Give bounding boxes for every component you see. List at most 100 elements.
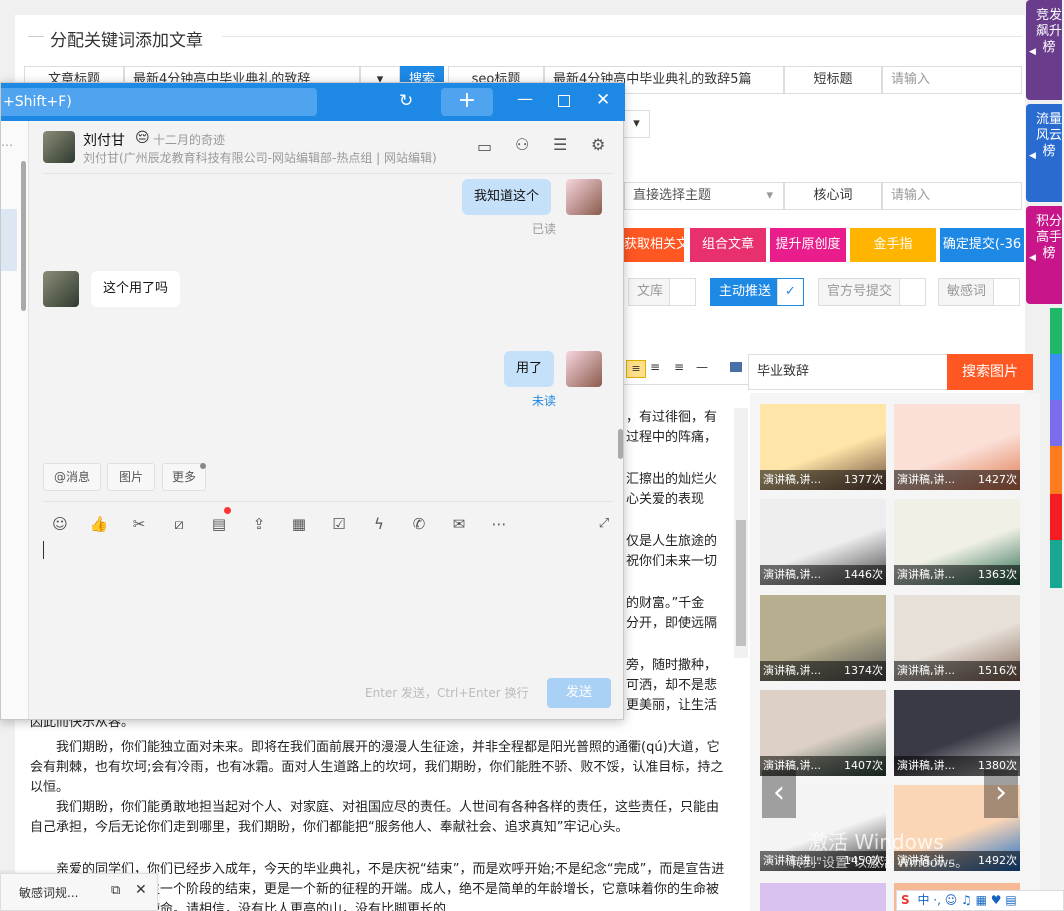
message-bubble-contact: 这个用了吗 [91,271,181,307]
phone-icon[interactable]: ✆ [408,513,430,535]
image-thumbnail[interactable]: 演讲稿,讲... 1374次 [760,595,886,681]
align-right-icon[interactable]: ≡ [674,360,684,374]
add-icon[interactable]: + [441,88,493,116]
align-center-icon[interactable]: ≡ [650,360,660,374]
core-word-input[interactable]: 请输入 [882,182,1022,210]
thumbnail-caption: 演讲稿,讲... 1446次 [760,565,886,585]
close-icon[interactable]: ✕ [596,90,610,110]
align-left-icon[interactable]: ≡ [626,360,646,378]
side-tab[interactable] [1050,354,1062,400]
confirm-submit-button[interactable]: 确定提交(-36 [940,228,1024,262]
document-icon[interactable]: ▤ [208,513,230,535]
rank-traffic[interactable]: ◀ 流量风云榜 [1026,104,1062,202]
article-fragment: 分开，即使远隔 [626,616,718,631]
history-icon[interactable]: ↻ [399,91,413,111]
fetch-related-button[interactable]: 获取相关文 [624,228,684,262]
prev-arrow-icon[interactable]: ‹ [762,770,796,818]
search-history-icon[interactable]: ☰ [553,135,567,154]
self-avatar[interactable] [566,351,602,387]
expand-icon[interactable]: ⤢ [593,513,615,535]
search-image-button[interactable]: 搜索图片 [947,354,1033,390]
message-scrollbar[interactable] [618,429,623,459]
slash-icon[interactable]: ⧄ [168,513,190,535]
gear-icon[interactable]: ⚙ [591,135,605,154]
official-submit-label: 官方号提交 [827,284,893,299]
contact-org: 刘付甘(广州辰龙教育科技有限公司-网站编辑部-热点组 | 网站编辑) [83,151,437,165]
image-thumbnail[interactable]: 演讲稿,讲... 1380次 [894,690,1020,776]
folder-icon[interactable]: ▭ [477,137,492,156]
calendar-icon[interactable]: ▦ [288,513,310,535]
image-search-input[interactable]: 毕业致辞 [748,354,948,390]
sensitive-word-toggle[interactable]: 敏感词 [938,278,1020,306]
side-tab[interactable] [1050,540,1062,588]
image-tag[interactable]: 图片 [107,463,155,491]
lightning-icon[interactable]: ϟ [368,513,390,535]
restore-icon[interactable]: ⧉ [111,883,120,898]
short-title-input[interactable]: 请输入 [882,66,1022,94]
improve-originality-button[interactable]: 提升原创度 [770,228,846,262]
message-input-cursor[interactable] [43,541,44,559]
rank-points[interactable]: ◀ 积分高手榜 [1026,206,1062,304]
side-tab[interactable] [1050,400,1062,446]
check-icon: ✓ [777,279,803,305]
chat-search-input[interactable]: +Shift+F) [1,88,317,116]
contact-name[interactable]: 刘付甘 [83,130,125,150]
image-thumbnail[interactable]: 演讲稿,讲... 1427次 [894,404,1020,490]
like-icon[interactable]: 👍 [88,513,110,535]
title-line [28,36,44,37]
selected-conversation[interactable] [1,209,17,271]
windows-watermark-hint: 转到"设置"以激活 Windows。 [790,856,969,871]
combine-article-button[interactable]: 组合文章 [690,228,766,262]
article-fragment: ，有过徘徊，有 [626,410,718,425]
ime-toolbar[interactable]: S 中 ·, ☺ ♫ ▦ ♥ ▤ [896,890,1064,911]
scissors-icon[interactable]: ✂ [128,513,150,535]
image-thumbnail[interactable]: 演讲稿,讲... 1363次 [894,499,1020,585]
rank-label: 竞发飙升榜 [1036,8,1063,55]
push-toggle[interactable]: 主动推送 ✓ [710,278,804,306]
maximize-icon[interactable] [558,95,570,107]
side-tab[interactable] [1050,308,1062,354]
rank-rising[interactable]: ◀ 竞发飙升榜 [1026,0,1062,100]
thumbnail-title: 演讲稿,讲... [763,568,821,581]
chat-header: +Shift+F) ↻ + — ✕ [1,83,625,121]
image-thumbnail[interactable]: 演讲稿,讲... 1407次 [760,690,886,776]
mention-tag[interactable]: @消息 [43,463,101,491]
article-fragment: 汇擦出的灿烂火 [626,472,718,487]
add-user-icon[interactable]: ⚇ [515,135,529,154]
caret-left-icon: ◀ [1029,253,1036,263]
caret-left-icon: ◀ [1029,47,1036,57]
thumbnail-title: 演讲稿,讲... [897,759,955,772]
image-thumbnail[interactable] [760,883,886,911]
editor-scrollbar-thumb[interactable] [736,520,746,646]
more-icon[interactable]: ⋯ [488,513,510,535]
self-avatar[interactable] [566,179,602,215]
sensitive-rules-tab[interactable]: 敏感词规... ⧉ ✕ [0,873,158,911]
side-tab[interactable] [1050,446,1062,494]
upload-icon[interactable]: ⇪ [248,513,270,535]
horizontal-line-icon[interactable]: — [696,360,708,374]
minimize-icon[interactable]: — [517,89,533,108]
official-submit-toggle[interactable]: 官方号提交 [818,278,926,306]
contact-avatar[interactable] [43,131,75,163]
article-fragment: 心关爱的表现 [626,492,705,507]
emoji-icon[interactable]: ☺ [49,513,71,535]
input-divider [43,501,613,502]
golden-finger-button[interactable]: 金手指 [850,228,936,262]
send-hint: Enter 发送，Ctrl+Enter 换行 [365,686,529,700]
image-thumbnail[interactable]: 演讲稿,讲... 1516次 [894,595,1020,681]
mail-icon[interactable]: ✉ [448,513,470,535]
chevron-down-icon[interactable]: ▾ [624,110,650,138]
image-thumbnail[interactable]: 演讲稿,讲... 1446次 [760,499,886,585]
image-thumbnail[interactable]: 演讲稿,讲... 1377次 [760,404,886,490]
next-arrow-icon[interactable]: › [984,770,1018,818]
checkbox-icon[interactable]: ☑ [328,513,350,535]
more-icon[interactable]: … [1,135,13,149]
close-icon[interactable]: ✕ [135,882,147,898]
theme-select[interactable]: 直接选择主题 ▾ [624,182,784,210]
library-toggle[interactable]: 文库 [628,278,696,306]
send-button[interactable]: 发送 [547,678,611,708]
side-tab[interactable] [1050,494,1062,540]
contact-avatar[interactable] [43,271,79,307]
image-icon[interactable] [730,362,742,372]
sidebar-scrollbar[interactable] [21,161,26,311]
